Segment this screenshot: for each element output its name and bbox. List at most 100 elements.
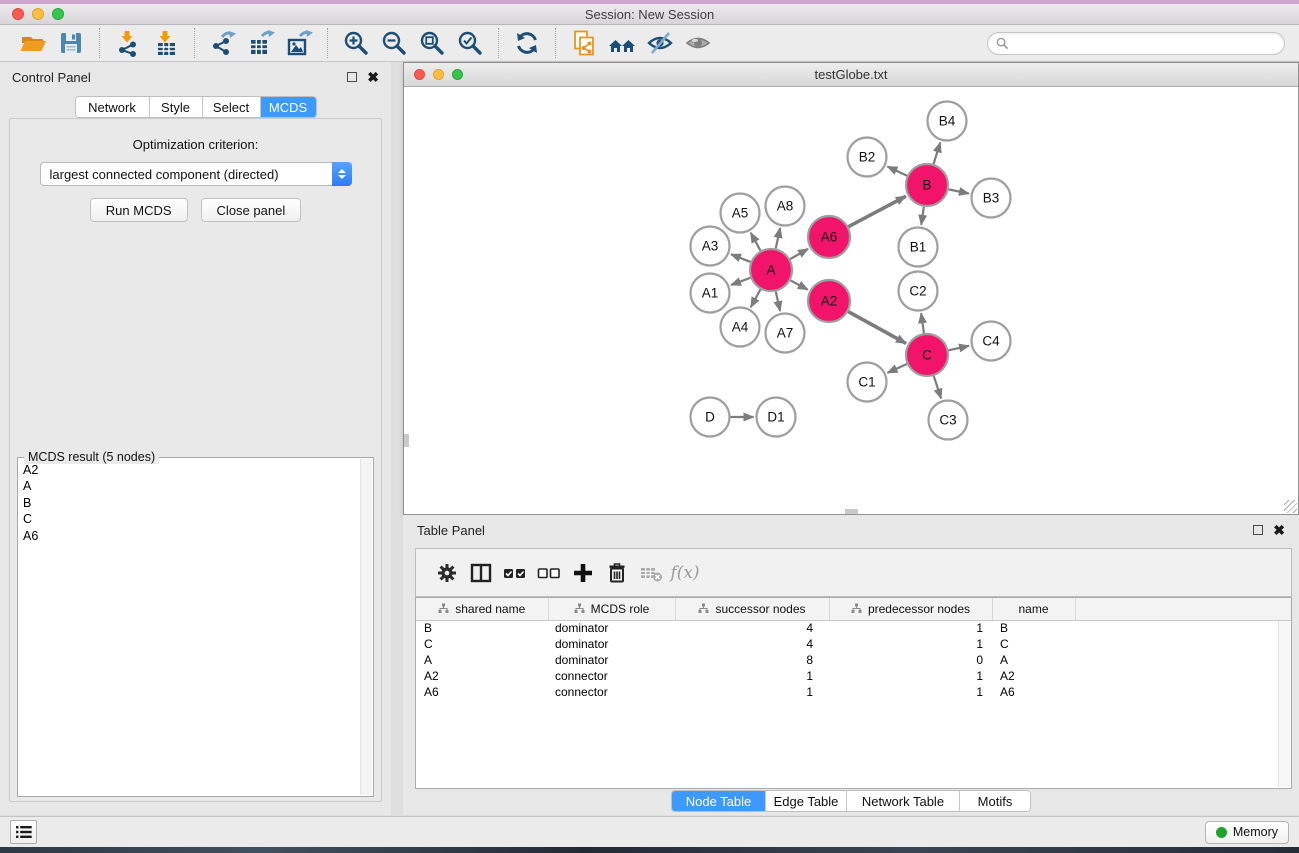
table-cell[interactable]: connector — [548, 668, 675, 684]
delete-column-icon[interactable] — [600, 558, 634, 588]
open-session-icon[interactable] — [17, 28, 49, 58]
graph-edge[interactable] — [731, 278, 750, 285]
graph-edge[interactable] — [887, 167, 907, 176]
table-cell[interactable]: 1 — [675, 668, 829, 684]
column-header-predecessor-nodes[interactable]: predecessor nodes — [829, 598, 992, 620]
tab-motifs[interactable]: Motifs — [959, 791, 1030, 811]
graph-edge[interactable] — [731, 254, 751, 262]
table-cell[interactable]: 1 — [829, 684, 992, 700]
graph-edge[interactable] — [848, 312, 906, 344]
window-resize-grip[interactable] — [1284, 500, 1297, 513]
close-panel-icon[interactable]: ✖ — [367, 72, 379, 82]
graph-edge[interactable] — [949, 189, 969, 193]
network-canvas[interactable]: B4B2BB3B1A5A8A6A3AA1A2C2A4A7CC4C1C3DD1 — [404, 87, 1298, 514]
clone-network-icon[interactable] — [568, 28, 600, 58]
network-window-titlebar[interactable]: testGlobe.txt — [404, 63, 1298, 87]
graph-edge[interactable] — [776, 228, 780, 249]
graph-edge[interactable] — [934, 376, 941, 399]
table-row[interactable]: Adominator80A — [416, 652, 1291, 668]
mcds-result-item[interactable]: A — [23, 478, 360, 494]
table-cell[interactable]: C — [992, 636, 1075, 652]
table-cell[interactable]: dominator — [548, 652, 675, 668]
zoom-fit-icon[interactable] — [416, 28, 448, 58]
zoom-selected-icon[interactable] — [454, 28, 486, 58]
table-cell[interactable]: 1 — [829, 668, 992, 684]
show-all-icon[interactable] — [682, 28, 714, 58]
close-panel-button[interactable]: Close panel — [201, 198, 302, 222]
table-cell[interactable]: B — [992, 620, 1075, 636]
graph-edge[interactable] — [921, 207, 924, 225]
column-header-mcds-role[interactable]: MCDS role — [548, 598, 675, 620]
table-row[interactable]: Bdominator41B — [416, 620, 1291, 636]
delete-table-icon[interactable] — [634, 558, 668, 588]
import-table-icon[interactable] — [150, 28, 182, 58]
table-scrollbar[interactable] — [1278, 621, 1290, 787]
column-settings-icon[interactable] — [430, 558, 464, 588]
split-panel-icon[interactable] — [464, 558, 498, 588]
run-mcds-button[interactable]: Run MCDS — [90, 198, 188, 222]
deselect-all-icon[interactable] — [532, 558, 566, 588]
table-cell[interactable]: dominator — [548, 636, 675, 652]
graph-edge[interactable] — [790, 249, 808, 259]
table-cell[interactable]: 8 — [675, 652, 829, 668]
search-input[interactable] — [1014, 36, 1276, 50]
table-row[interactable]: A6connector11A6 — [416, 684, 1291, 700]
graph-edge[interactable] — [751, 289, 761, 307]
table-row[interactable]: A2connector11A2 — [416, 668, 1291, 684]
hide-selected-icon[interactable] — [644, 28, 676, 58]
tab-mcds[interactable]: MCDS — [260, 97, 316, 117]
table-cell[interactable]: A6 — [416, 684, 548, 700]
apply-layout-icon[interactable] — [511, 28, 543, 58]
mcds-result-item[interactable]: A2 — [23, 462, 360, 478]
export-image-icon[interactable] — [283, 28, 315, 58]
graph-edge[interactable] — [948, 346, 969, 350]
close-table-panel-icon[interactable]: ✖ — [1273, 525, 1285, 535]
graph-edge[interactable] — [934, 142, 941, 164]
tab-edge-table[interactable]: Edge Table — [765, 791, 846, 811]
column-header-successor-nodes[interactable]: successor nodes — [675, 598, 829, 620]
table-cell[interactable]: 1 — [829, 636, 992, 652]
table-cell[interactable]: dominator — [548, 620, 675, 636]
graph-edge[interactable] — [921, 313, 924, 333]
float-panel-icon[interactable] — [347, 72, 357, 82]
tab-network[interactable]: Network — [76, 97, 149, 117]
table-cell[interactable]: A2 — [416, 668, 548, 684]
table-cell[interactable]: 4 — [675, 620, 829, 636]
export-network-icon[interactable] — [207, 28, 239, 58]
column-header-shared-name[interactable]: shared name — [416, 598, 548, 620]
select-all-icon[interactable] — [498, 558, 532, 588]
table-cell[interactable]: B — [416, 620, 548, 636]
float-table-panel-icon[interactable] — [1253, 525, 1263, 535]
graph-edge[interactable] — [776, 291, 780, 311]
first-neighbors-icon[interactable] — [606, 28, 638, 58]
function-builder-icon[interactable]: f(x) — [668, 558, 702, 588]
table-cell[interactable]: A — [992, 652, 1075, 668]
mcds-result-scrollbar[interactable] — [360, 459, 372, 795]
table-cell[interactable]: 1 — [675, 684, 829, 700]
zoom-out-icon[interactable] — [378, 28, 410, 58]
table-cell[interactable]: connector — [548, 684, 675, 700]
canvas-vertical-scroll-stub[interactable] — [404, 434, 409, 447]
save-session-icon[interactable] — [55, 28, 87, 58]
table-row[interactable]: Cdominator41C — [416, 636, 1291, 652]
export-table-icon[interactable] — [245, 28, 277, 58]
table-cell[interactable]: 0 — [829, 652, 992, 668]
column-header-name[interactable]: name — [992, 598, 1075, 620]
search-field[interactable] — [987, 32, 1285, 55]
mcds-result-item[interactable]: A6 — [23, 528, 360, 544]
table-cell[interactable]: A2 — [992, 668, 1075, 684]
tab-network-table[interactable]: Network Table — [846, 791, 959, 811]
tab-node-table[interactable]: Node Table — [672, 791, 765, 811]
table-cell[interactable]: A6 — [992, 684, 1075, 700]
memory-button[interactable]: Memory — [1205, 821, 1289, 844]
graph-edge[interactable] — [888, 364, 907, 373]
mcds-result-item[interactable]: C — [23, 511, 360, 527]
tab-select[interactable]: Select — [202, 97, 260, 117]
graph-edge[interactable] — [790, 280, 807, 289]
criterion-select[interactable]: largest connected component (directed) — [40, 162, 352, 186]
table-cell[interactable]: A — [416, 652, 548, 668]
import-network-icon[interactable] — [112, 28, 144, 58]
graph-edge[interactable] — [751, 233, 761, 251]
add-column-icon[interactable] — [566, 558, 600, 588]
tab-style[interactable]: Style — [149, 97, 202, 117]
